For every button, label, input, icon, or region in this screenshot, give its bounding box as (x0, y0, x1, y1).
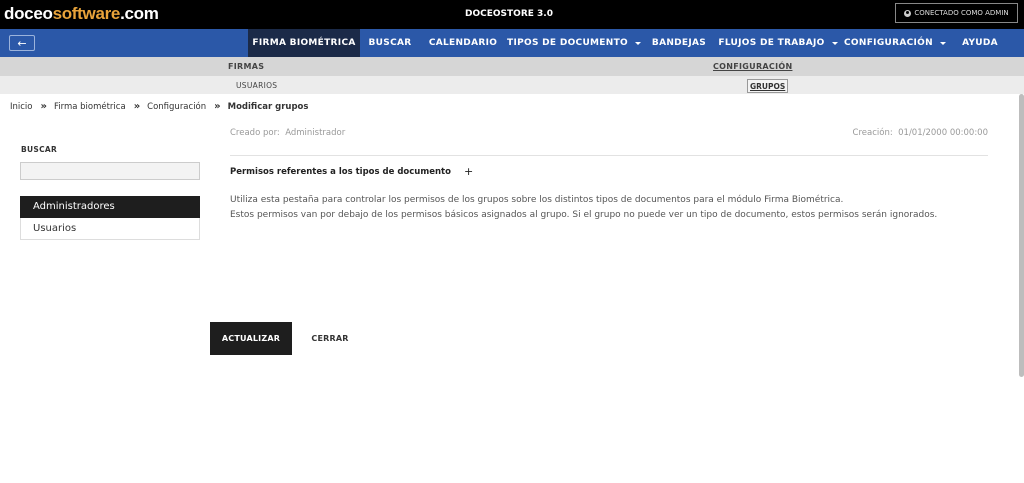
caret-down-icon (939, 41, 946, 45)
subnav-grupos[interactable]: GRUPOS (747, 79, 789, 93)
subnav-grupos-label: GRUPOS (750, 81, 786, 91)
divider (230, 155, 988, 156)
breadcrumb-inicio[interactable]: Inicio (10, 102, 33, 112)
scrollbar[interactable] (1019, 94, 1024, 377)
nav-label: FLUJOS DE TRABAJO (718, 38, 825, 48)
subnav-configuracion[interactable]: CONFIGURACIÓN (713, 62, 792, 71)
app-title-text: DOCEOSTORE 3.0 (465, 9, 553, 19)
permissions-description: Utiliza esta pestaña para controlar los … (230, 193, 937, 223)
user-icon (904, 9, 912, 17)
subnav-firmas[interactable]: FIRMAS (228, 62, 264, 71)
close-button[interactable]: CERRAR (300, 322, 360, 355)
nav-label: CALENDARIO (428, 38, 498, 48)
main-nav: ← FIRMA BIOMÉTRICA BUSCAR CALENDARIO TIP… (0, 29, 1024, 57)
nav-flujos-trabajo[interactable]: FLUJOS DE TRABAJO (716, 29, 840, 57)
subnav-primary: FIRMAS CONFIGURACIÓN (0, 57, 1024, 76)
nav-label: BANDEJAS (651, 38, 707, 48)
created-by-value: Administrador (285, 128, 346, 138)
created-by: Creado por: Administrador (230, 128, 345, 138)
group-item-usuarios[interactable]: Usuarios (20, 218, 200, 240)
nav-bandejas[interactable]: BANDEJAS (644, 29, 714, 57)
top-bar: doceosoftware.com DOCEOSTORE 3.0 CONECTA… (0, 0, 1024, 29)
nav-label: BUSCAR (368, 38, 412, 48)
caret-down-icon (634, 41, 641, 45)
plus-icon[interactable]: + (464, 166, 473, 177)
breadcrumb: Inicio » Firma biométrica » Configuració… (10, 101, 308, 112)
connected-user-button[interactable]: CONECTADO COMO ADMIN (895, 3, 1018, 23)
nav-calendario[interactable]: CALENDARIO (422, 29, 504, 57)
desc-line-1: Utiliza esta pestaña para controlar los … (230, 195, 844, 205)
breadcrumb-current: Modificar grupos (227, 101, 309, 112)
nav-label: AYUDA (962, 38, 998, 48)
nav-ayuda[interactable]: AYUDA (950, 29, 1010, 57)
nav-firma-biometrica[interactable]: FIRMA BIOMÉTRICA (248, 29, 360, 57)
caret-down-icon (831, 41, 838, 45)
search-label: BUSCAR (21, 145, 58, 154)
search-input[interactable] (20, 162, 200, 180)
subnav-secondary: USUARIOS (0, 76, 1024, 94)
double-chevron-right-icon: » (40, 101, 47, 112)
nav-tipos-documento[interactable]: TIPOS DE DOCUMENTO (506, 29, 642, 57)
creation-label: Creación: (852, 128, 893, 138)
section-title: Permisos referentes a los tipos de docum… (230, 167, 451, 177)
nav-buscar[interactable]: BUSCAR (360, 29, 420, 57)
double-chevron-right-icon: » (214, 101, 221, 112)
breadcrumb-firma-biometrica[interactable]: Firma biométrica (54, 102, 126, 112)
subnav-usuarios[interactable]: USUARIOS (236, 81, 277, 90)
nav-label: TIPOS DE DOCUMENTO (507, 38, 628, 48)
nav-label: FIRMA BIOMÉTRICA (252, 38, 356, 48)
breadcrumb-configuracion[interactable]: Configuración (147, 102, 206, 112)
permissions-section-header[interactable]: Permisos referentes a los tipos de docum… (230, 166, 473, 177)
double-chevron-right-icon: » (133, 101, 141, 112)
arrow-left-icon: ← (17, 36, 27, 50)
update-button[interactable]: ACTUALIZAR (210, 322, 292, 355)
nav-label: CONFIGURACIÓN (844, 38, 933, 48)
connected-user-label: CONECTADO COMO ADMIN (914, 9, 1009, 17)
creation-value: 01/01/2000 00:00:00 (898, 128, 988, 138)
created-by-label: Creado por: (230, 128, 280, 138)
app-title: DOCEOSTORE 3.0 (0, 9, 1024, 19)
nav-configuracion[interactable]: CONFIGURACIÓN (842, 29, 948, 57)
desc-line-2: Estos permisos van por debajo de los per… (230, 210, 938, 220)
group-item-administradores[interactable]: Administradores (20, 196, 200, 218)
back-button[interactable]: ← (9, 35, 35, 51)
creation-date: Creación: 01/01/2000 00:00:00 (853, 128, 988, 138)
group-list: Administradores Usuarios (20, 196, 200, 240)
